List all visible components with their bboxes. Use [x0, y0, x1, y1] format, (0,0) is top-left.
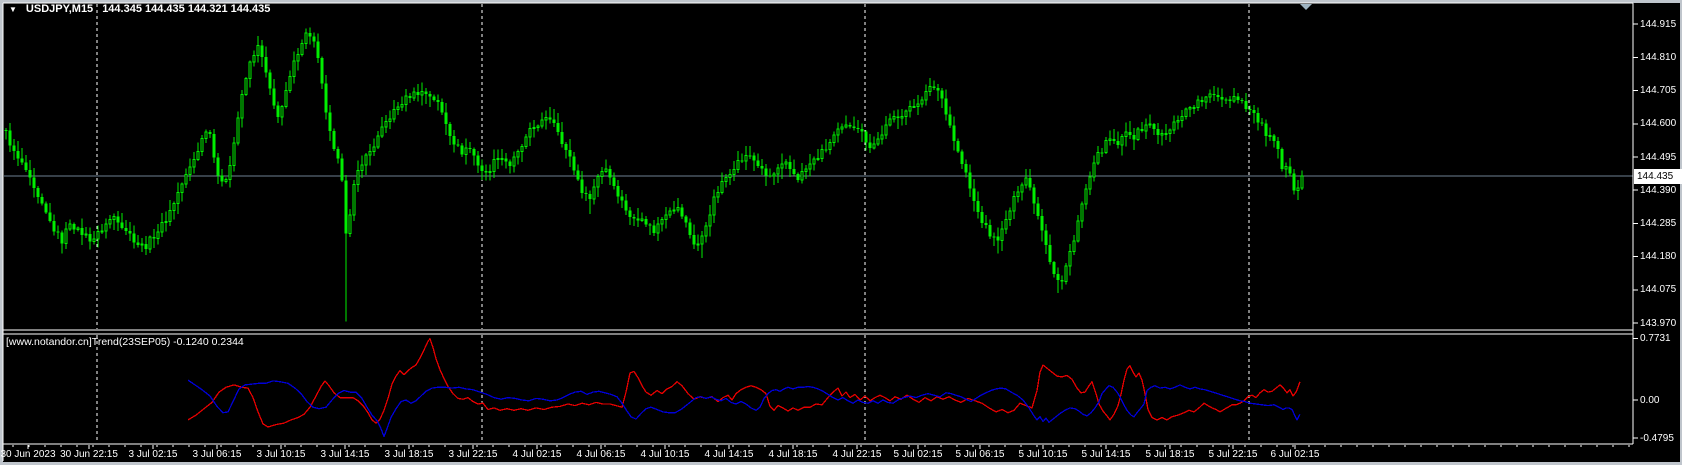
ohlc-readout: 144.345 144.435 144.321 144.435: [102, 3, 271, 15]
chart-title: ▼ USDJPY,M15 144.345 144.435 144.321 144…: [9, 3, 270, 15]
price-axis[interactable]: [1634, 4, 1682, 444]
time-axis[interactable]: [4, 445, 1633, 462]
symbol-dropdown-arrow-icon[interactable]: ▼: [9, 5, 17, 14]
mt4-chart-window: ▼ USDJPY,M15 144.345 144.435 144.321 144…: [0, 0, 1682, 465]
chart-canvas[interactable]: [0, 0, 1682, 465]
chart-shift-marker[interactable]: [1300, 4, 1312, 10]
symbol-timeframe-title: USDJPY,M15: [25, 3, 94, 15]
indicator-label: [www.notandor.cn]Trend(23SEP05) -0.1240 …: [6, 336, 244, 348]
panel-splitter[interactable]: [0, 329, 1633, 335]
